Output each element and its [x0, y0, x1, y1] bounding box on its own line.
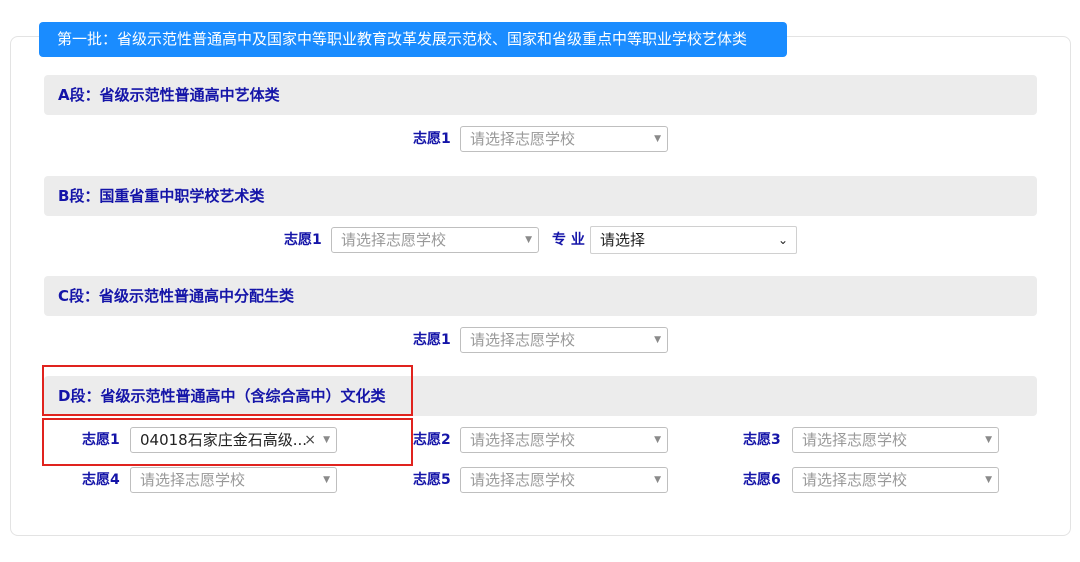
section-d-choice3-select[interactable]: 请选择志愿学校 ▼ [792, 427, 999, 453]
batch-title: 第一批：省级示范性普通高中及国家中等职业教育改革发展示范校、国家和省级重点中等职… [39, 22, 787, 57]
section-b-choice1-select[interactable]: 请选择志愿学校 ▼ [331, 227, 539, 253]
section-d-header-highlight [42, 365, 413, 416]
section-d-choice5-select[interactable]: 请选择志愿学校 ▼ [460, 467, 668, 493]
select-placeholder: 请选择志愿学校 [470, 431, 576, 449]
caret-down-icon: ▼ [654, 435, 661, 445]
section-d-choice5-label: 志愿5 [413, 472, 451, 488]
section-a-choice1-select[interactable]: 请选择志愿学校 ▼ [460, 126, 668, 152]
section-c-choice1-select[interactable]: 请选择志愿学校 ▼ [460, 327, 668, 353]
select-placeholder: 请选择志愿学校 [470, 331, 576, 349]
section-d-choice1-highlight [42, 418, 413, 466]
section-c-header: C段：省级示范性普通高中分配生类 [44, 276, 1037, 316]
section-a-choice1-label: 志愿1 [413, 131, 451, 147]
section-d-choice3-label: 志愿3 [743, 432, 781, 448]
section-d-choice4-select[interactable]: 请选择志愿学校 ▼ [130, 467, 337, 493]
section-d-choice2-select[interactable]: 请选择志愿学校 ▼ [460, 427, 668, 453]
caret-down-icon: ▼ [654, 134, 661, 144]
caret-down-icon: ▼ [323, 475, 330, 485]
caret-down-icon: ▼ [525, 235, 532, 245]
section-d-choice6-label: 志愿6 [743, 472, 781, 488]
select-placeholder: 请选择志愿学校 [802, 431, 908, 449]
chevron-down-icon: ⌄ [777, 233, 788, 247]
section-c-choice1-label: 志愿1 [413, 332, 451, 348]
section-d-choice6-select[interactable]: 请选择志愿学校 ▼ [792, 467, 999, 493]
caret-down-icon: ▼ [654, 475, 661, 485]
section-b-header: B段：国重省重中职学校艺术类 [44, 176, 1037, 216]
major-select-value: 请选择 [600, 231, 646, 249]
select-placeholder: 请选择志愿学校 [470, 471, 576, 489]
select-placeholder: 请选择志愿学校 [140, 471, 246, 489]
section-d-choice2-label: 志愿2 [413, 432, 451, 448]
select-placeholder: 请选择志愿学校 [802, 471, 908, 489]
section-b-major-select[interactable]: 请选择 ⌄ [590, 226, 797, 254]
select-placeholder: 请选择志愿学校 [470, 130, 576, 148]
caret-down-icon: ▼ [654, 335, 661, 345]
section-a-header: A段：省级示范性普通高中艺体类 [44, 75, 1037, 115]
section-b-major-label: 专 业 [552, 232, 585, 248]
section-d-choice4-label: 志愿4 [82, 472, 120, 488]
section-b-choice1-label: 志愿1 [284, 232, 322, 248]
caret-down-icon: ▼ [985, 475, 992, 485]
caret-down-icon: ▼ [985, 435, 992, 445]
select-placeholder: 请选择志愿学校 [341, 231, 447, 249]
